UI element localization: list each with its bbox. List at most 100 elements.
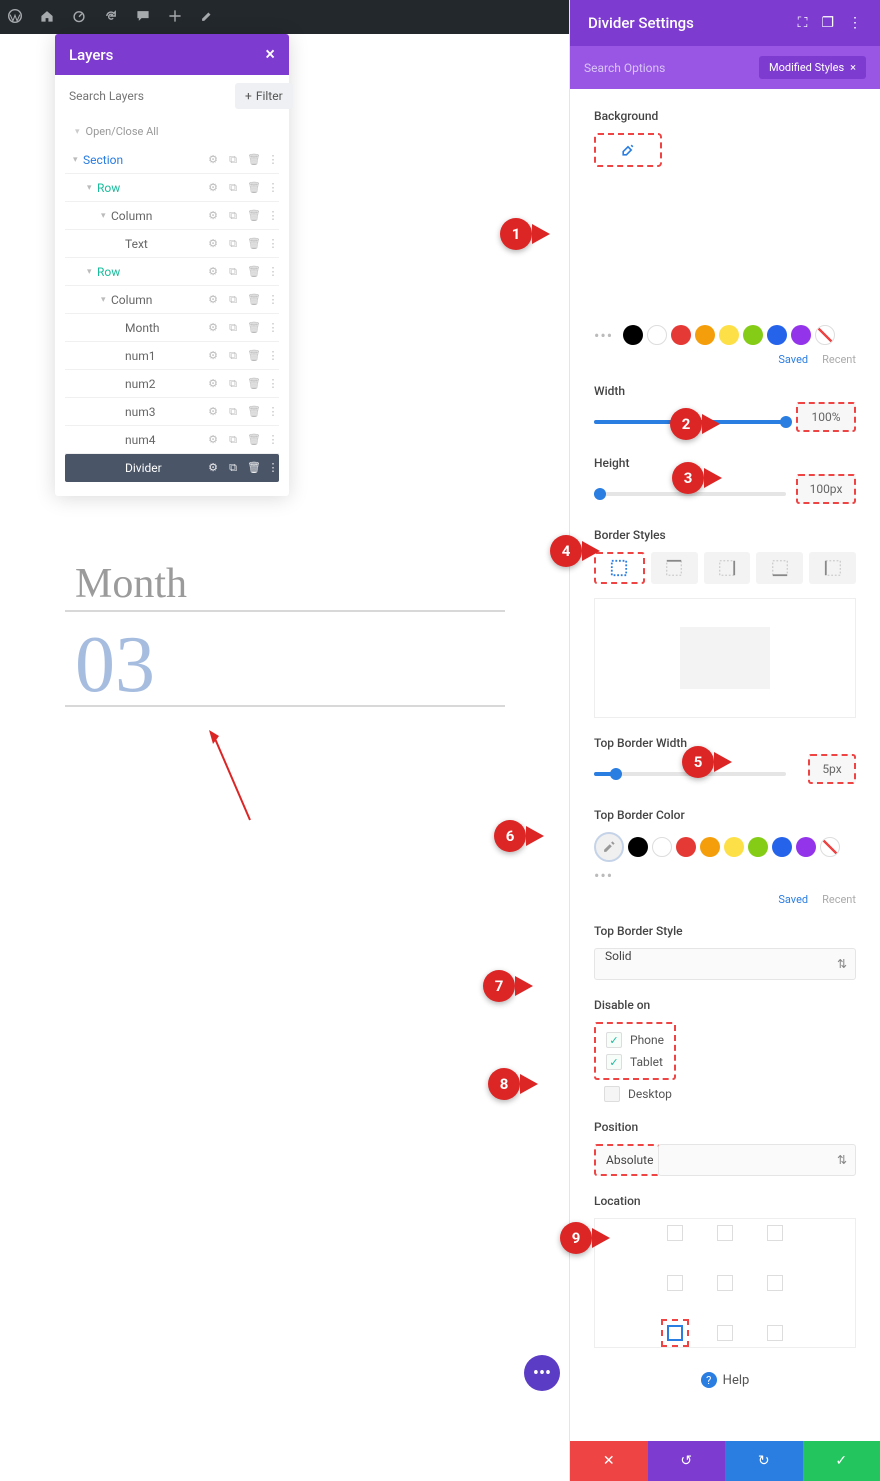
tree-row-row[interactable]: ▾Row⚙⧉🗑⋮ xyxy=(65,258,279,286)
color-swatch-lime[interactable] xyxy=(743,325,763,345)
saved-tab[interactable]: Saved xyxy=(778,353,808,366)
tree-row-month[interactable]: Month⚙⧉🗑⋮ xyxy=(65,314,279,342)
height-input[interactable]: 100px xyxy=(796,474,856,504)
trash-icon[interactable]: 🗑 xyxy=(247,209,259,223)
duplicate-icon[interactable]: ⧉ xyxy=(227,209,239,223)
border-all-button[interactable] xyxy=(594,552,645,584)
gauge-icon[interactable] xyxy=(72,8,86,27)
gear-icon[interactable]: ⚙ xyxy=(207,209,219,223)
color-swatch-purple[interactable] xyxy=(791,325,811,345)
tree-row-num1[interactable]: num1⚙⧉🗑⋮ xyxy=(65,342,279,370)
duplicate-icon[interactable]: ⧉ xyxy=(227,405,239,419)
position-select[interactable]: Absolute xyxy=(594,1144,660,1176)
recent-tab[interactable]: Recent xyxy=(822,893,856,906)
trash-icon[interactable]: 🗑 xyxy=(247,461,259,475)
position-select-ext[interactable]: ⇅ xyxy=(658,1144,856,1176)
eyedropper-icon[interactable] xyxy=(594,832,624,862)
comment-icon[interactable] xyxy=(136,8,150,27)
color-swatch-lime[interactable] xyxy=(748,837,768,857)
duplicate-icon[interactable]: ⧉ xyxy=(227,461,239,475)
home-icon[interactable] xyxy=(40,8,54,27)
width-input[interactable]: 100% xyxy=(796,402,856,432)
tree-row-text[interactable]: Text⚙⧉🗑⋮ xyxy=(65,230,279,258)
phone-checkbox[interactable]: ✓ xyxy=(606,1032,622,1048)
location-top-left[interactable] xyxy=(667,1225,683,1241)
filter-button[interactable]: +Filter xyxy=(235,83,293,109)
trash-icon[interactable]: 🗑 xyxy=(247,181,259,195)
gear-icon[interactable]: ⚙ xyxy=(207,461,219,475)
modified-styles-badge[interactable]: Modified Styles× xyxy=(759,56,866,79)
border-top-button[interactable] xyxy=(651,552,698,584)
tree-row-divider[interactable]: Divider⚙⧉🗑⋮ xyxy=(65,454,279,482)
duplicate-icon[interactable]: ⧉ xyxy=(227,265,239,279)
tree-row-num3[interactable]: num3⚙⧉🗑⋮ xyxy=(65,398,279,426)
location-bottom-center[interactable] xyxy=(717,1325,733,1341)
tree-row-row[interactable]: ▾Row⚙⧉🗑⋮ xyxy=(65,174,279,202)
border-bottom-button[interactable] xyxy=(756,552,803,584)
undo-button[interactable]: ↺ xyxy=(648,1441,726,1481)
gear-icon[interactable]: ⚙ xyxy=(207,265,219,279)
tree-row-section[interactable]: ▾Section⚙⧉🗑⋮ xyxy=(65,146,279,174)
location-mid-right[interactable] xyxy=(767,1275,783,1291)
plus-icon[interactable] xyxy=(168,8,182,27)
more-icon[interactable]: ⋮ xyxy=(267,293,279,307)
more-icon[interactable]: ⋮ xyxy=(267,377,279,391)
gear-icon[interactable]: ⚙ xyxy=(207,377,219,391)
trash-icon[interactable]: 🗑 xyxy=(247,237,259,251)
color-swatch-black[interactable] xyxy=(628,837,648,857)
location-mid-left[interactable] xyxy=(667,1275,683,1291)
open-close-all[interactable]: ▾Open/Close All xyxy=(55,117,289,146)
duplicate-icon[interactable]: ⧉ xyxy=(227,433,239,447)
border-left-button[interactable] xyxy=(809,552,856,584)
border-right-button[interactable] xyxy=(704,552,751,584)
more-icon[interactable]: ⋮ xyxy=(267,265,279,279)
color-swatch-red[interactable] xyxy=(676,837,696,857)
tree-row-column[interactable]: ▾Column⚙⧉🗑⋮ xyxy=(65,286,279,314)
redo-button[interactable]: ↻ xyxy=(725,1441,803,1481)
help-link[interactable]: ?Help xyxy=(594,1372,856,1388)
color-swatch-red[interactable] xyxy=(671,325,691,345)
duplicate-icon[interactable]: ⧉ xyxy=(227,237,239,251)
gear-icon[interactable]: ⚙ xyxy=(207,153,219,167)
fab-more-icon[interactable]: ••• xyxy=(524,1355,560,1391)
duplicate-icon[interactable]: ⧉ xyxy=(227,293,239,307)
gear-icon[interactable]: ⚙ xyxy=(207,293,219,307)
save-button[interactable]: ✓ xyxy=(803,1441,880,1481)
saved-tab[interactable]: Saved xyxy=(778,893,808,906)
color-swatch-blue[interactable] xyxy=(772,837,792,857)
color-swatch-white[interactable] xyxy=(647,325,667,345)
color-swatch-black[interactable] xyxy=(623,325,643,345)
layers-search-input[interactable] xyxy=(65,83,229,109)
location-top-right[interactable] xyxy=(767,1225,783,1241)
wordpress-icon[interactable] xyxy=(8,8,22,27)
location-top-center[interactable] xyxy=(717,1225,733,1241)
refresh-icon[interactable] xyxy=(104,8,118,27)
color-swatch-orange[interactable] xyxy=(700,837,720,857)
top-border-width-input[interactable]: 5px xyxy=(808,754,856,784)
more-icon[interactable]: ⋮ xyxy=(267,433,279,447)
pencil-icon[interactable] xyxy=(200,8,214,27)
color-swatch-none[interactable] xyxy=(820,837,840,857)
color-swatch-orange[interactable] xyxy=(695,325,715,345)
more-icon[interactable]: ⋮ xyxy=(267,321,279,335)
trash-icon[interactable]: 🗑 xyxy=(247,265,259,279)
tree-row-num4[interactable]: num4⚙⧉🗑⋮ xyxy=(65,426,279,454)
color-swatch-purple[interactable] xyxy=(796,837,816,857)
desktop-checkbox[interactable]: ✓ xyxy=(604,1086,620,1102)
duplicate-icon[interactable]: ⧉ xyxy=(227,377,239,391)
more-icon[interactable]: ⋮ xyxy=(267,237,279,251)
close-icon[interactable]: × xyxy=(265,44,275,65)
location-bottom-left[interactable] xyxy=(667,1325,683,1341)
more-icon[interactable]: ⋮ xyxy=(267,349,279,363)
color-swatch-yellow[interactable] xyxy=(719,325,739,345)
recent-tab[interactable]: Recent xyxy=(822,353,856,366)
color-swatch-white[interactable] xyxy=(652,837,672,857)
location-mid-center[interactable] xyxy=(717,1275,733,1291)
trash-icon[interactable]: 🗑 xyxy=(247,349,259,363)
trash-icon[interactable]: 🗑 xyxy=(247,433,259,447)
trash-icon[interactable]: 🗑 xyxy=(247,321,259,335)
more-colors-icon[interactable]: ••• xyxy=(594,326,613,345)
column-icon[interactable]: ❐ xyxy=(821,15,834,31)
gear-icon[interactable]: ⚙ xyxy=(207,181,219,195)
top-border-style-select[interactable]: Solid⇅ xyxy=(594,948,856,980)
